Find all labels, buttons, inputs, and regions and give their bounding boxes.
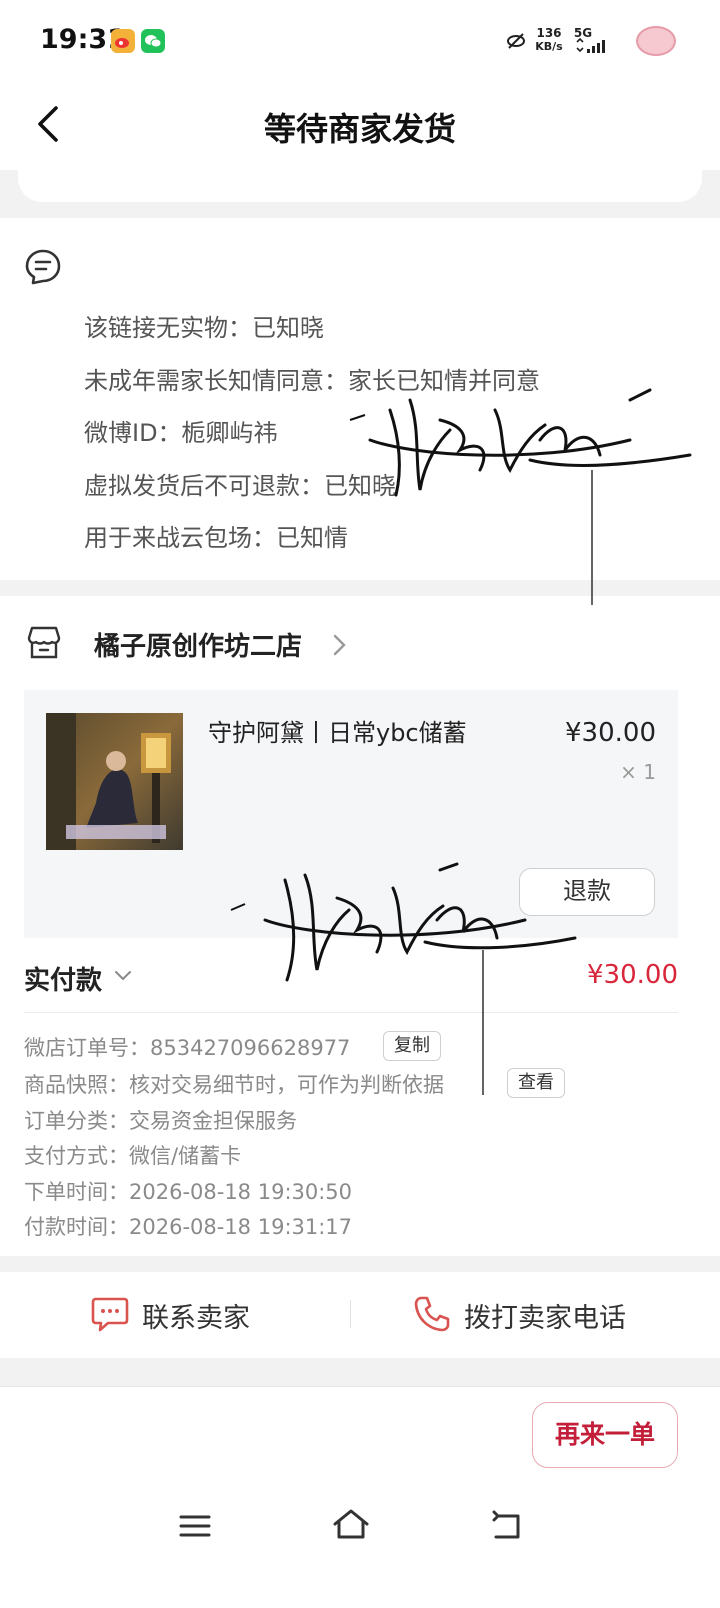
signal-icon — [574, 37, 606, 54]
avatar-icon — [636, 26, 676, 56]
note-line: 虚拟发货后不可退款：已知晓 — [84, 472, 396, 500]
weibo-icon — [111, 29, 135, 53]
view-snapshot-button[interactable]: 查看 — [507, 1068, 565, 1098]
note-line: 未成年需家长知情同意：家长已知情并同意 — [84, 367, 540, 395]
contact-seller-button[interactable]: 联系卖家 — [142, 1296, 250, 1335]
refund-button[interactable]: 退款 — [519, 868, 655, 916]
note-line: 微博ID：栀卿屿祎 — [84, 419, 278, 447]
order-time: 下单时间：2026-08-18 19:30:50 — [24, 1180, 353, 1204]
menu-icon[interactable] — [175, 1508, 215, 1544]
shop-icon — [24, 624, 64, 662]
wechat-icon — [141, 29, 165, 53]
chevron-down-icon[interactable] — [112, 964, 134, 986]
home-icon[interactable] — [331, 1506, 371, 1542]
call-seller-button[interactable]: 拨打卖家电话 — [464, 1296, 626, 1335]
copy-button[interactable]: 复制 — [383, 1031, 441, 1061]
note-icon — [24, 248, 62, 286]
note-line: 该链接无实物：已知晓 — [84, 314, 324, 342]
product-quantity: × 1 — [620, 760, 656, 784]
back-nav-icon[interactable] — [488, 1508, 528, 1544]
reorder-button[interactable]: 再来一单 — [532, 1402, 678, 1468]
payment-method: 支付方式：微信/储蓄卡 — [24, 1144, 242, 1168]
net-speed-unit: KB/s — [535, 40, 563, 53]
divider — [24, 1012, 678, 1013]
order-number: 微店订单号：853427096628977 — [24, 1036, 351, 1060]
page-title: 等待商家发货 — [263, 110, 456, 148]
phone-icon[interactable] — [412, 1294, 452, 1334]
no-sim-icon — [506, 32, 526, 50]
net-speed: 136 KB/s — [532, 26, 566, 54]
chat-icon[interactable] — [90, 1294, 130, 1334]
divider — [350, 1300, 351, 1328]
top-card — [18, 170, 702, 202]
net-speed-value: 136 — [536, 26, 562, 40]
payment-time: 付款时间：2026-08-18 19:31:17 — [24, 1215, 353, 1239]
note-line: 用于来战云包场：已知情 — [84, 524, 348, 552]
product-price: ¥30.00 — [565, 718, 656, 748]
snapshot-info: 商品快照：核对交易细节时，可作为判断依据 — [24, 1073, 444, 1097]
order-category: 订单分类：交易资金担保服务 — [24, 1109, 297, 1133]
paid-label[interactable]: 实付款 — [24, 960, 102, 997]
product-image[interactable] — [46, 713, 183, 850]
shop-name[interactable]: 橘子原创作坊二店 — [94, 626, 302, 663]
product-title[interactable]: 守护阿黛丨日常ybc储蓄 — [208, 713, 467, 748]
chevron-right-icon[interactable] — [330, 630, 350, 660]
paid-amount: ¥30.00 — [587, 960, 678, 990]
